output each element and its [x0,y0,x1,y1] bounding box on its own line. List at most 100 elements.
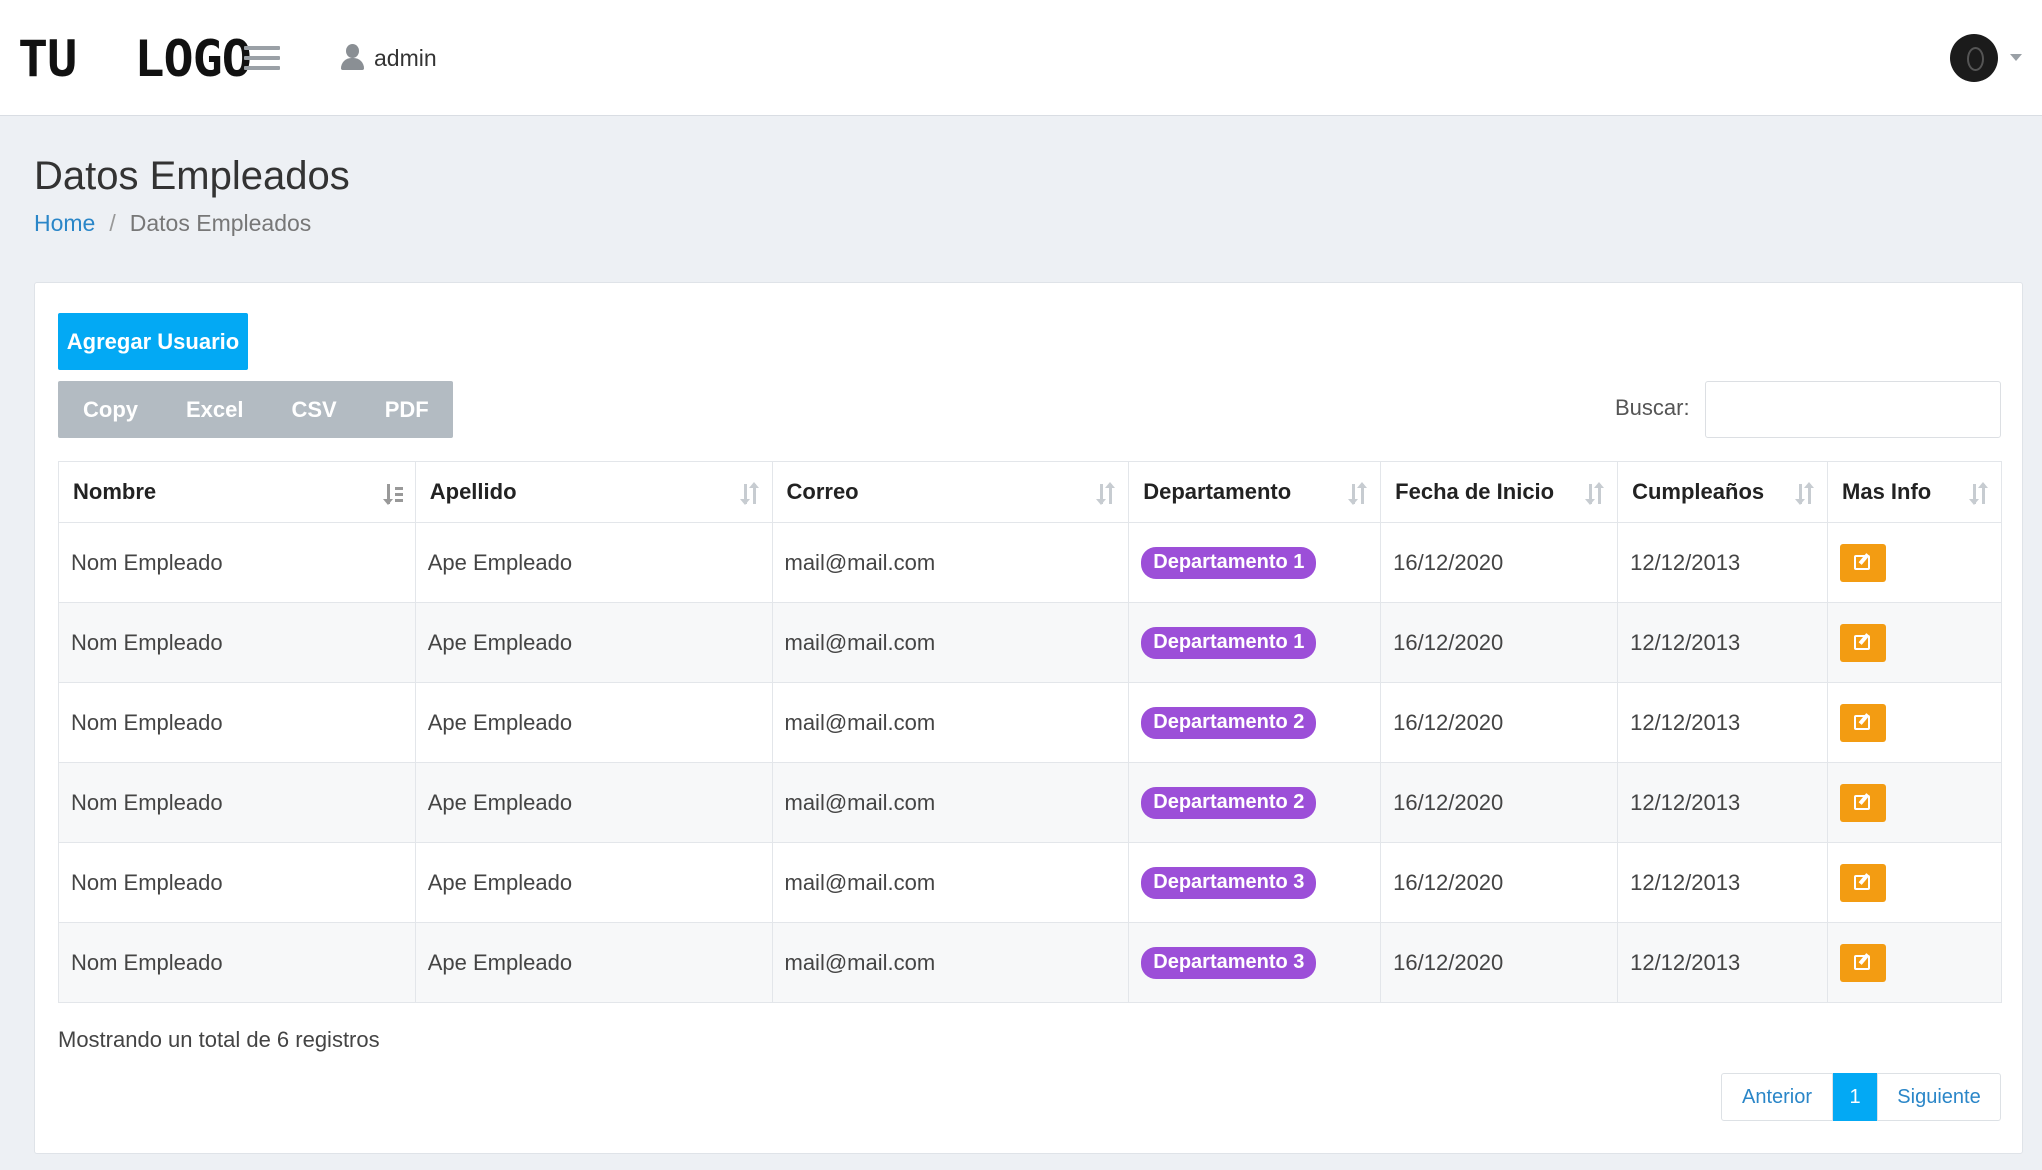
cell-correo: mail@mail.com [771,682,1130,763]
pdf-button[interactable]: PDF [361,381,453,438]
sort-icon [1795,480,1817,506]
cell-nombre: Nom Empleado [58,922,416,1003]
column-label: Mas Info [1842,479,1932,504]
pagination-next-button[interactable]: Siguiente [1877,1073,2001,1121]
cell-fecha-inicio: 16/12/2020 [1380,842,1619,923]
table-row: Nom Empleado Ape Empleado mail@mail.com … [58,842,2002,923]
column-label: Fecha de Inicio [1395,479,1555,504]
search-input[interactable] [1705,381,2001,438]
menu-toggle-icon[interactable] [244,46,280,72]
cell-fecha-inicio: 16/12/2020 [1380,682,1619,763]
department-badge: Departamento 3 [1141,866,1317,899]
pagination-prev-button[interactable]: Anterior [1721,1073,1833,1121]
table-row: Nom Empleado Ape Empleado mail@mail.com … [58,682,2002,763]
table-header-row: Nombre Apellido Correo Departamento Fech… [58,461,2002,523]
edit-button[interactable] [1840,703,1887,742]
breadcrumb-home-link[interactable]: Home [34,210,95,237]
cell-mas-info [1827,522,2002,603]
cell-mas-info [1827,762,2002,843]
cell-mas-info [1827,922,2002,1003]
cell-mas-info [1827,602,2002,683]
edit-button[interactable] [1840,783,1887,822]
cell-nombre: Nom Empleado [58,602,416,683]
edit-button[interactable] [1840,543,1887,582]
sort-icon [1096,480,1118,506]
cell-apellido: Ape Empleado [414,602,773,683]
user-name: admin [374,44,437,71]
cell-cumpleanos: 12/12/2013 [1617,762,1829,843]
cell-nombre: Nom Empleado [58,842,416,923]
pagination-page-1[interactable]: 1 [1833,1073,1877,1121]
column-header-departamento[interactable]: Departamento [1128,461,1382,523]
edit-icon [1854,634,1871,650]
cell-departamento: Departamento 3 [1128,842,1382,923]
department-badge: Departamento 1 [1141,626,1317,659]
cell-correo: mail@mail.com [771,842,1130,923]
cell-fecha-inicio: 16/12/2020 [1380,922,1619,1003]
column-header-mas-info[interactable]: Mas Info [1827,461,2002,523]
column-header-nombre[interactable]: Nombre [58,461,416,523]
add-user-button[interactable]: Agregar Usuario [58,313,248,370]
cell-departamento: Departamento 1 [1128,602,1382,683]
cell-correo: mail@mail.com [771,922,1130,1003]
table-info: Mostrando un total de 6 registros [58,1027,380,1052]
edit-icon [1854,874,1871,890]
column-header-apellido[interactable]: Apellido [414,461,773,523]
cell-cumpleanos: 12/12/2013 [1617,922,1829,1003]
sort-icon [739,480,762,506]
edit-icon [1854,714,1871,730]
edit-button[interactable] [1840,623,1887,662]
column-header-cumpleanos[interactable]: Cumpleaños [1617,461,1829,523]
excel-button[interactable]: Excel [162,381,268,438]
cell-apellido: Ape Empleado [414,842,773,923]
page-title: Datos Empleados [34,154,350,198]
cell-fecha-inicio: 16/12/2020 [1380,602,1619,683]
cell-fecha-inicio: 16/12/2020 [1380,522,1619,603]
edit-button[interactable] [1840,863,1887,902]
cell-correo: mail@mail.com [771,762,1130,843]
top-navbar: TU LOGO admin [0,0,2042,116]
breadcrumb-separator: / [109,210,116,236]
cell-mas-info [1827,682,2002,763]
cell-apellido: Ape Empleado [414,762,773,843]
cell-apellido: Ape Empleado [414,522,773,603]
table-row: Nom Empleado Ape Empleado mail@mail.com … [58,522,2002,603]
cell-nombre: Nom Empleado [58,522,416,603]
department-badge: Departamento 2 [1141,786,1317,819]
column-header-fecha-inicio[interactable]: Fecha de Inicio [1380,461,1619,523]
cell-cumpleanos: 12/12/2013 [1617,682,1829,763]
cell-correo: mail@mail.com [771,602,1130,683]
column-label: Apellido [429,479,517,504]
cell-departamento: Departamento 2 [1128,762,1382,843]
cell-nombre: Nom Empleado [58,682,416,763]
user-menu[interactable]: admin [340,38,437,78]
breadcrumb-current: Datos Empleados [129,210,312,236]
sort-icon [1585,480,1607,506]
employees-table: Nombre Apellido Correo Departamento Fech… [58,461,2002,1003]
caret-down-icon[interactable] [2010,54,2022,61]
department-badge: Departamento 2 [1141,706,1317,739]
copy-button[interactable]: Copy [58,381,162,438]
cell-nombre: Nom Empleado [58,762,416,843]
edit-icon [1854,954,1871,970]
department-badge: Departamento 3 [1141,946,1317,979]
cell-cumpleanos: 12/12/2013 [1617,602,1829,683]
cell-apellido: Ape Empleado [414,682,773,763]
table-row: Nom Empleado Ape Empleado mail@mail.com … [58,602,2002,683]
column-header-correo[interactable]: Correo [771,461,1130,523]
sort-icon [1348,480,1370,506]
column-label: Correo [786,479,859,504]
employees-card: Agregar Usuario Copy Excel CSV PDF Busca… [34,282,2023,1154]
cell-departamento: Departamento 1 [1128,522,1382,603]
cell-cumpleanos: 12/12/2013 [1617,842,1829,923]
table-row: Nom Empleado Ape Empleado mail@mail.com … [58,762,2002,843]
cell-departamento: Departamento 3 [1128,922,1382,1003]
sort-asc-icon [382,480,405,506]
breadcrumb: Home / Datos Empleados [34,210,311,237]
user-icon [340,44,364,72]
cell-mas-info [1827,842,2002,923]
logo[interactable]: TU LOGO [18,30,252,88]
avatar[interactable] [1950,34,1998,82]
csv-button[interactable]: CSV [268,381,361,438]
edit-button[interactable] [1840,943,1887,982]
